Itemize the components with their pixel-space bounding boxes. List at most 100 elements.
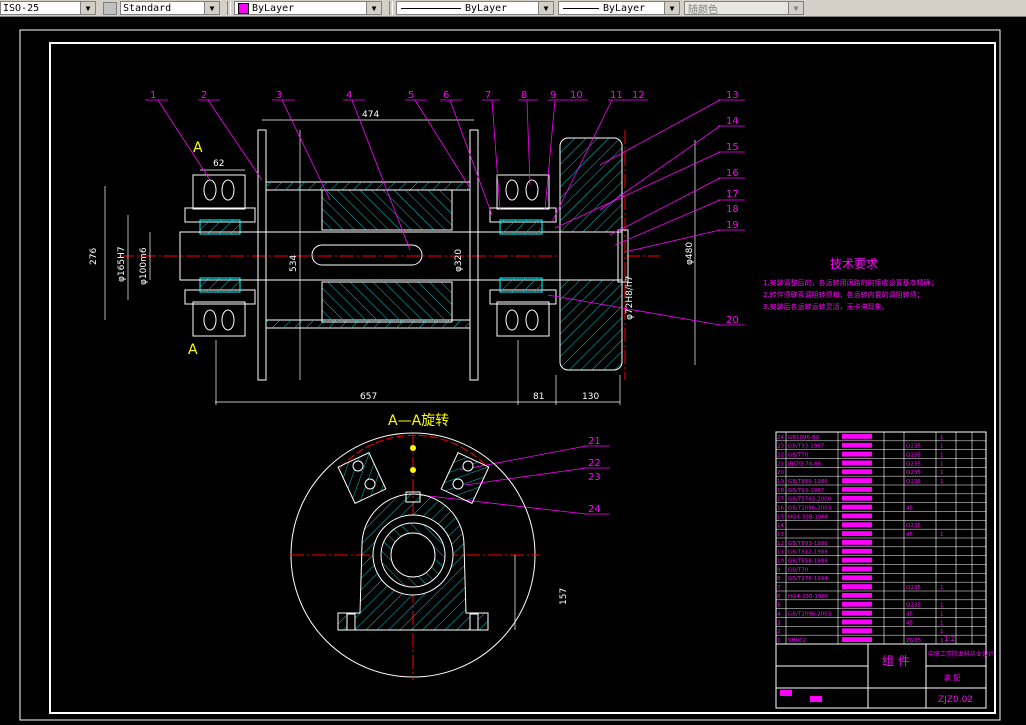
bom-no: 14 xyxy=(777,523,784,529)
bolt-hole xyxy=(221,309,235,331)
drum-hub xyxy=(321,189,453,231)
bolt xyxy=(364,478,376,490)
bom-material: Q235 xyxy=(906,523,921,529)
bolt-hole xyxy=(221,179,235,201)
bom-name-block xyxy=(842,566,872,572)
balloon-23: 23 xyxy=(588,472,601,483)
bom-name-block xyxy=(842,434,872,439)
bom-qty: 1 xyxy=(940,444,944,450)
bom-name-block xyxy=(842,619,872,625)
toolbar-separator xyxy=(227,1,231,15)
mark-point xyxy=(410,445,416,451)
balloon-1: 1 xyxy=(150,90,156,101)
sheet-type: 装 配 xyxy=(944,673,960,682)
tech-note-3: 3.安装后各运转运转灵活，无卡滞现象。 xyxy=(763,302,889,311)
lineweight-value: ByLayer xyxy=(603,2,646,14)
bom-qty: 1 xyxy=(940,461,944,467)
balloon-12: 12 xyxy=(632,90,645,101)
linetype-sample xyxy=(401,7,461,9)
bom-material: 45 xyxy=(906,532,913,538)
bom-name-block xyxy=(842,531,872,536)
bom-name-block xyxy=(842,593,872,598)
bolt-hole xyxy=(505,179,519,201)
bearing-block xyxy=(192,174,246,210)
dim-657: 657 xyxy=(360,392,377,402)
bom-no: 17 xyxy=(777,497,784,503)
dimstyle-combo[interactable]: ISO-25 ▼ xyxy=(0,1,96,15)
bom-name-block xyxy=(842,628,872,634)
section-mark-a: A xyxy=(193,140,203,156)
bom-no: 4 xyxy=(777,612,781,618)
bom-code: GB/T70 xyxy=(788,567,809,573)
chevron-down-icon[interactable]: ▼ xyxy=(80,2,95,14)
bolt xyxy=(352,460,364,472)
bom-name-block xyxy=(842,451,872,457)
chevron-down-icon[interactable]: ▼ xyxy=(366,2,381,14)
bom-code: GB/T858-1988 xyxy=(788,559,828,565)
chevron-down-icon[interactable]: ▼ xyxy=(664,2,679,14)
bom-qty: 1 xyxy=(940,479,944,485)
bom-code: GB/T93-1987 xyxy=(788,488,825,494)
title-block: 组 件 中原工学院本科毕业设计 装 配 ZJZ0.02 1:2 xyxy=(775,635,994,709)
bom-material: Q235 xyxy=(906,479,921,485)
bolt xyxy=(462,460,474,472)
bom-no: 20 xyxy=(777,470,784,476)
clamp-block xyxy=(337,452,387,504)
bom-code: JB/ZQ 78-86 xyxy=(787,461,822,467)
dim-100: φ100m6 xyxy=(139,247,149,285)
tech-requirements: 技术要求 1.安装调整后的，各运转用闭路的的接收设置基本精确； 2.转件须联系调… xyxy=(763,257,938,311)
bom-qty: 1 xyxy=(940,638,944,644)
lineweight-combo[interactable]: ByLayer ▼ xyxy=(558,1,680,15)
bom-no: 24 xyxy=(777,435,784,441)
bearing-block xyxy=(496,174,550,210)
bom-code: SH002 xyxy=(788,638,806,644)
pedestal-slot xyxy=(469,613,479,631)
balloon-16: 16 xyxy=(726,168,739,179)
bom-qty: 1 xyxy=(940,603,944,609)
bom-no: 16 xyxy=(777,506,784,512)
bom-no: 12 xyxy=(777,541,784,547)
bom-qty: 1 xyxy=(940,629,944,635)
textstyle-combo[interactable]: Standard ▼ xyxy=(120,1,220,15)
bom-qty: 1 xyxy=(940,453,944,459)
balloon-11: 11 xyxy=(610,90,623,101)
bom-name-block xyxy=(842,575,872,581)
drawing-canvas[interactable]: 474 62 276 φ165H7 φ100m6 534 φ320 φ72H8/… xyxy=(0,17,1026,725)
chevron-down-icon[interactable]: ▼ xyxy=(538,2,553,14)
plotstyle-value: 随颜色 xyxy=(688,4,718,16)
clamp-block xyxy=(440,452,490,504)
bom-no: 2 xyxy=(777,629,781,635)
text-style-icon[interactable] xyxy=(103,1,117,15)
bom-name-block xyxy=(842,442,872,448)
bom-code: GB/T5783-2000 xyxy=(788,497,832,503)
plotstyle-combo[interactable]: 随颜色 ▼ xyxy=(684,1,804,16)
dim-276: 276 xyxy=(89,248,99,265)
bom-no: 6 xyxy=(777,594,781,600)
bom-no: 19 xyxy=(777,479,784,485)
chevron-down-icon[interactable]: ▼ xyxy=(204,2,219,14)
dim-130: 130 xyxy=(582,392,599,402)
lineweight-sample xyxy=(563,7,599,9)
balloon-17: 17 xyxy=(726,189,739,200)
bom-no: 9 xyxy=(777,567,781,573)
bom-material: Q235 xyxy=(906,444,921,450)
color-combo[interactable]: ByLayer ▼ xyxy=(234,1,382,15)
scale: 1:2 xyxy=(944,635,955,643)
bom-name-block xyxy=(842,478,872,483)
bom-name-block xyxy=(842,557,872,563)
bom-code: GB/T889-1986 xyxy=(788,479,828,485)
bom-code: GB/T1096-2003 xyxy=(788,506,832,512)
bom-qty: 1 xyxy=(940,585,944,591)
bom-code: GB/T276-1994 xyxy=(788,576,828,582)
bom-name-block xyxy=(842,504,872,510)
chevron-down-icon[interactable]: ▼ xyxy=(788,2,803,14)
bolt xyxy=(452,478,464,490)
bom-material: Q235 xyxy=(906,585,921,591)
bom-name-block xyxy=(842,495,872,501)
dim-534: 534 xyxy=(289,255,299,272)
bom-no: 3 xyxy=(777,620,781,626)
bom-code: GB/T93-1987 xyxy=(788,444,825,450)
main-view: 474 62 276 φ165H7 φ100m6 534 φ320 φ72H8/… xyxy=(89,110,696,405)
linetype-combo[interactable]: ByLayer ▼ xyxy=(396,1,554,15)
mark-point xyxy=(410,467,416,473)
